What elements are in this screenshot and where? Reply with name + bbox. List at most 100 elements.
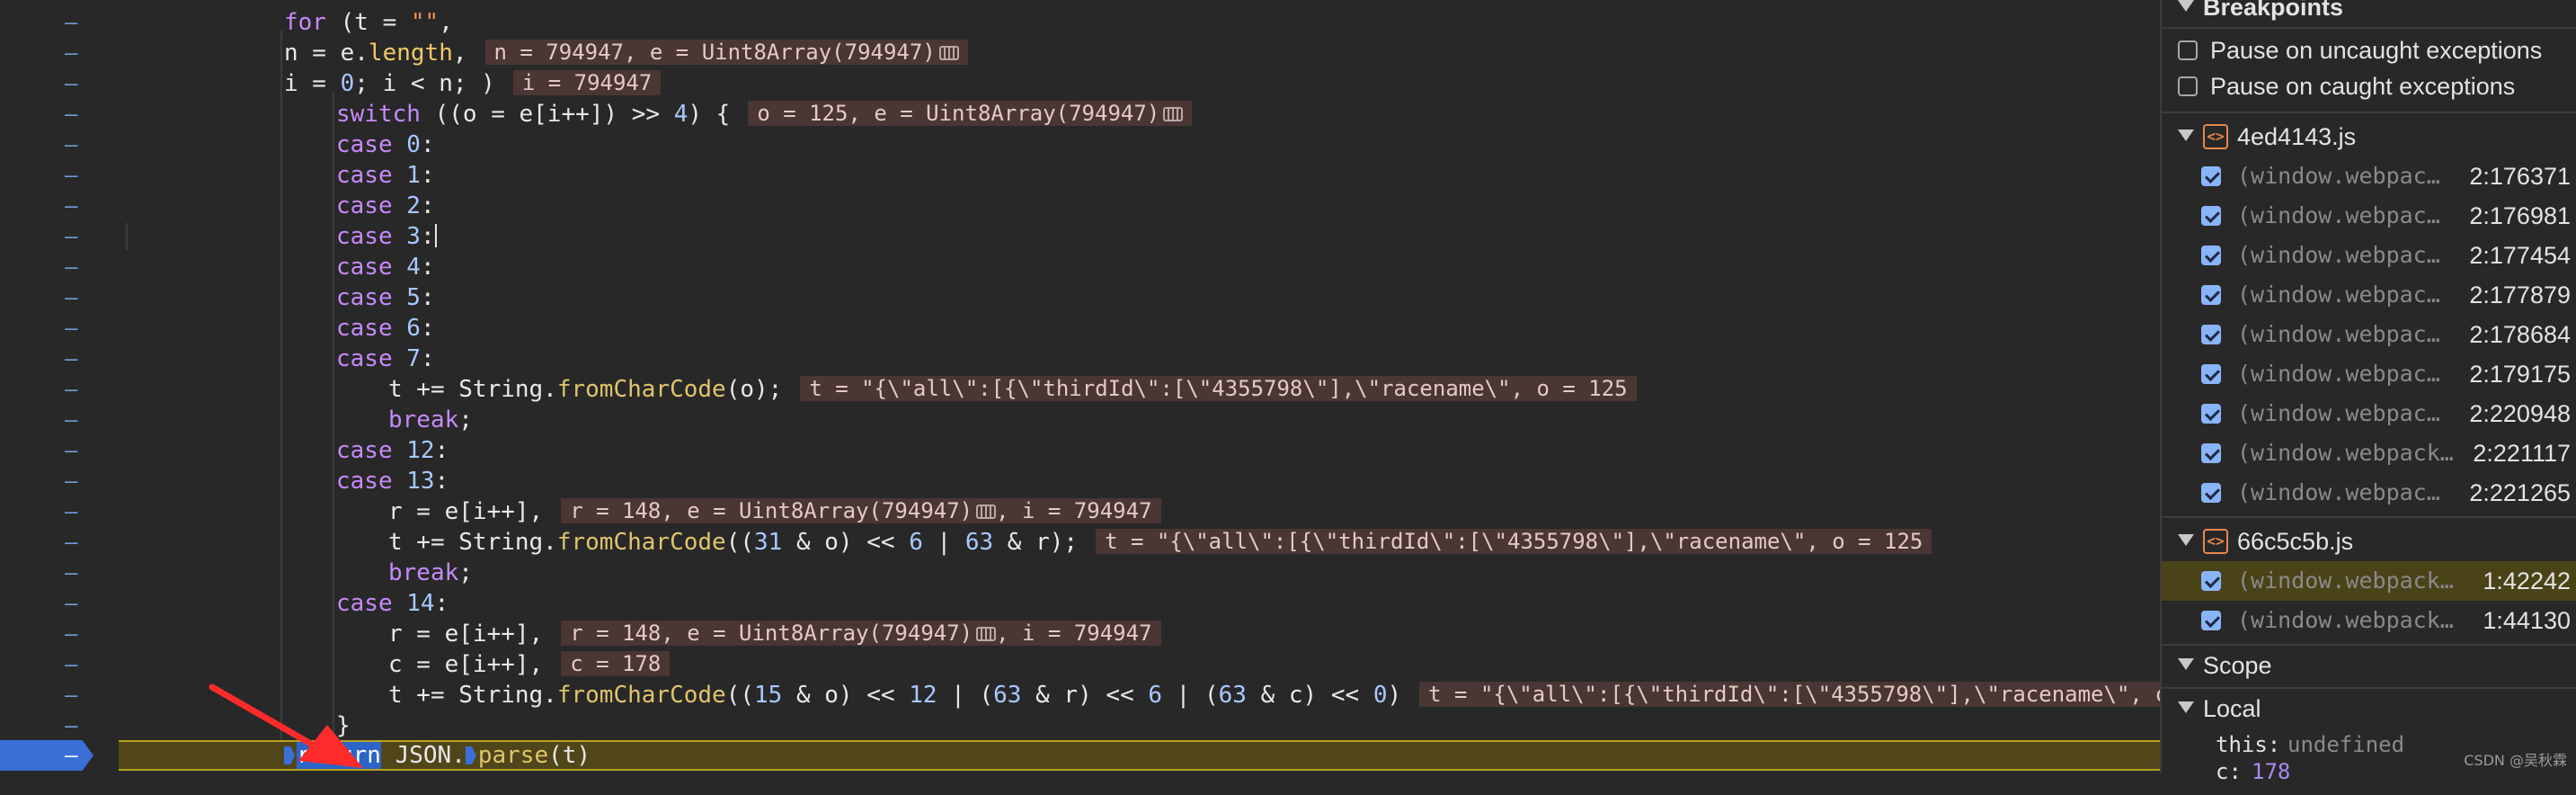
breakpoint-file-group[interactable]: <> 66c5c5b.js [2162,522,2576,561]
breakpoint-item[interactable]: (window.webpac… 2:221265 [2162,473,2576,513]
inline-value[interactable]: t = "{\"all\":[{\"thirdId\":[\"4355798\"… [800,376,1637,401]
breakpoint-checkbox[interactable] [2201,443,2221,463]
breakpoint-item[interactable]: (window.webpac… 2:220948 [2162,394,2576,433]
code-line[interactable]: – t += String.fromCharCode(o); t = "{\"al… [0,374,2160,405]
breakpoint-checkbox[interactable] [2201,285,2221,305]
breakpoint-checkbox[interactable] [2201,404,2221,424]
collapse-triangle-icon[interactable] [2178,0,2194,12]
line-marker[interactable]: – [65,38,77,68]
code-line[interactable]: – case 12: [0,435,2160,466]
line-marker[interactable]: – [65,527,77,558]
text-cursor [434,224,437,247]
inline-value[interactable]: n = 794947, e = Uint8Array(794947) [484,40,968,65]
line-marker[interactable]: – [65,130,77,160]
memory-inspector-icon[interactable] [938,46,959,60]
pause-caught-option[interactable]: Pause on caught exceptions [2162,67,2576,106]
code-line[interactable]: – switch ((o = e[i++]) >> 4) {o = 125, e… [0,99,2160,130]
breakpoint-checkbox[interactable] [2201,611,2221,630]
code-line[interactable]: – break; [0,558,2160,588]
line-marker[interactable]: – [65,191,77,221]
line-marker[interactable]: – [65,619,77,649]
line-marker[interactable]: – [65,344,77,374]
collapse-triangle-icon[interactable] [2178,658,2194,670]
line-marker[interactable]: – [65,252,77,282]
inline-value[interactable]: o = 125, e = Uint8Array(794947) [748,101,1193,126]
code-text: i = [284,70,341,97]
breakpoint-checkbox[interactable] [2201,325,2221,344]
code-line[interactable]: – case 13: [0,466,2160,496]
code-line[interactable]: – i = 0; i < n; ) i = 794947 [0,68,2160,99]
breakpoint-item[interactable]: (window.webpac… 2:176371 [2162,156,2576,196]
code-line[interactable]: – n = e.length, n = 794947, e = Uint8Arra… [0,38,2160,68]
code-line[interactable]: – case 3: [0,221,2160,252]
collapse-triangle-icon[interactable] [2178,130,2194,141]
line-marker[interactable]: – [65,221,77,252]
code-line[interactable]: – case 5: [0,282,2160,313]
inline-value[interactable]: i = 794947 [512,70,662,95]
line-marker[interactable]: – [65,68,77,99]
memory-inspector-icon[interactable] [976,505,997,519]
breakpoint-location: 2:176371 [2469,163,2571,190]
breakpoint-checkbox[interactable] [2201,166,2221,186]
breakpoint-item[interactable]: (window.webpac… 2:176981 [2162,196,2576,236]
breakpoints-section-header[interactable]: Breakpoints [2162,0,2576,27]
breakpoint-item[interactable]: (window.webpack… 1:44130 [2162,601,2576,640]
line-marker[interactable]: – [65,649,77,680]
code-line[interactable]: – case 1: [0,160,2160,191]
line-marker[interactable]: – [65,282,77,313]
line-marker[interactable]: – [65,405,77,435]
line-marker[interactable]: – [65,160,77,191]
breakpoint-item[interactable]: (window.webpac… 2:177454 [2162,236,2576,275]
inline-breakpoint-icon[interactable] [465,746,476,764]
code-line[interactable]: – r = e[i++], r = 148, e = Uint8Array(794… [0,619,2160,649]
code-line[interactable]: – case 14: [0,588,2160,619]
scope-section-header[interactable]: Scope [2162,646,2576,685]
breakpoint-checkbox[interactable] [2201,206,2221,226]
memory-inspector-icon[interactable] [1163,107,1184,121]
line-marker[interactable]: – [65,313,77,344]
inline-value[interactable]: c = 178 [561,651,671,676]
code-line[interactable]: – t += String.fromCharCode((31 & o) << 6… [0,527,2160,558]
line-marker[interactable]: – [65,710,77,741]
breakpoint-location: 2:179175 [2469,361,2571,388]
line-marker[interactable]: – [65,435,77,466]
code-editor[interactable]: – – for (t = "", – n = e.length, n = 7949… [0,0,2160,773]
inline-value[interactable]: r = 148, e = Uint8Array(794947) , i = 794… [561,621,1161,646]
breakpoint-checkbox[interactable] [2201,483,2221,503]
pause-uncaught-checkbox[interactable] [2178,40,2198,60]
pause-uncaught-option[interactable]: Pause on uncaught exceptions [2162,31,2576,70]
collapse-triangle-icon[interactable] [2178,534,2194,546]
line-marker[interactable]: – [65,496,77,527]
code-line[interactable]: – r = e[i++], r = 148, e = Uint8Array(794… [0,496,2160,527]
line-marker[interactable]: – [65,558,77,588]
line-marker[interactable]: – [65,680,77,710]
breakpoint-item[interactable]: (window.webpac… 2:179175 [2162,354,2576,394]
breakpoint-file-group[interactable]: <> 4ed4143.js [2162,117,2576,156]
line-marker[interactable]: – [65,588,77,619]
breakpoint-item[interactable]: (window.webpack… 2:221117 [2162,433,2576,473]
breakpoint-item[interactable]: (window.webpac… 2:177879 [2162,275,2576,315]
memory-inspector-icon[interactable] [976,627,997,641]
pause-caught-checkbox[interactable] [2178,76,2198,96]
inline-value[interactable]: t = "{\"all\":[{\"thirdId\":[\"4355798\"… [1096,529,1932,554]
line-marker[interactable]: – [65,374,77,405]
line-marker[interactable]: – [65,7,77,38]
breakpoint-item-active[interactable]: (window.webpack… 1:42242 [2162,561,2576,601]
code-line[interactable]: – case 6: [0,313,2160,344]
breakpoint-checkbox[interactable] [2201,246,2221,265]
code-line[interactable]: – break; [0,405,2160,435]
code-line[interactable]: – case 0: [0,130,2160,160]
collapse-triangle-icon[interactable] [2178,701,2194,713]
inline-value[interactable]: r = 148, e = Uint8Array(794947) , i = 794… [561,498,1161,523]
code-line[interactable]: – case 2: [0,191,2160,221]
code-line[interactable]: – for (t = "", [0,7,2160,38]
line-marker[interactable]: – [65,466,77,496]
inline-value[interactable]: t = "{\"all\":[{\"thirdId\":[\"4355798\"… [1419,682,2160,707]
scope-local-header[interactable]: Local [2162,689,2576,728]
line-marker[interactable]: – [65,99,77,130]
code-line[interactable]: – case 7: [0,344,2160,374]
breakpoint-checkbox[interactable] [2201,364,2221,384]
code-line[interactable]: – case 4: [0,252,2160,282]
breakpoint-checkbox[interactable] [2201,571,2221,591]
breakpoint-item[interactable]: (window.webpac… 2:178684 [2162,315,2576,354]
